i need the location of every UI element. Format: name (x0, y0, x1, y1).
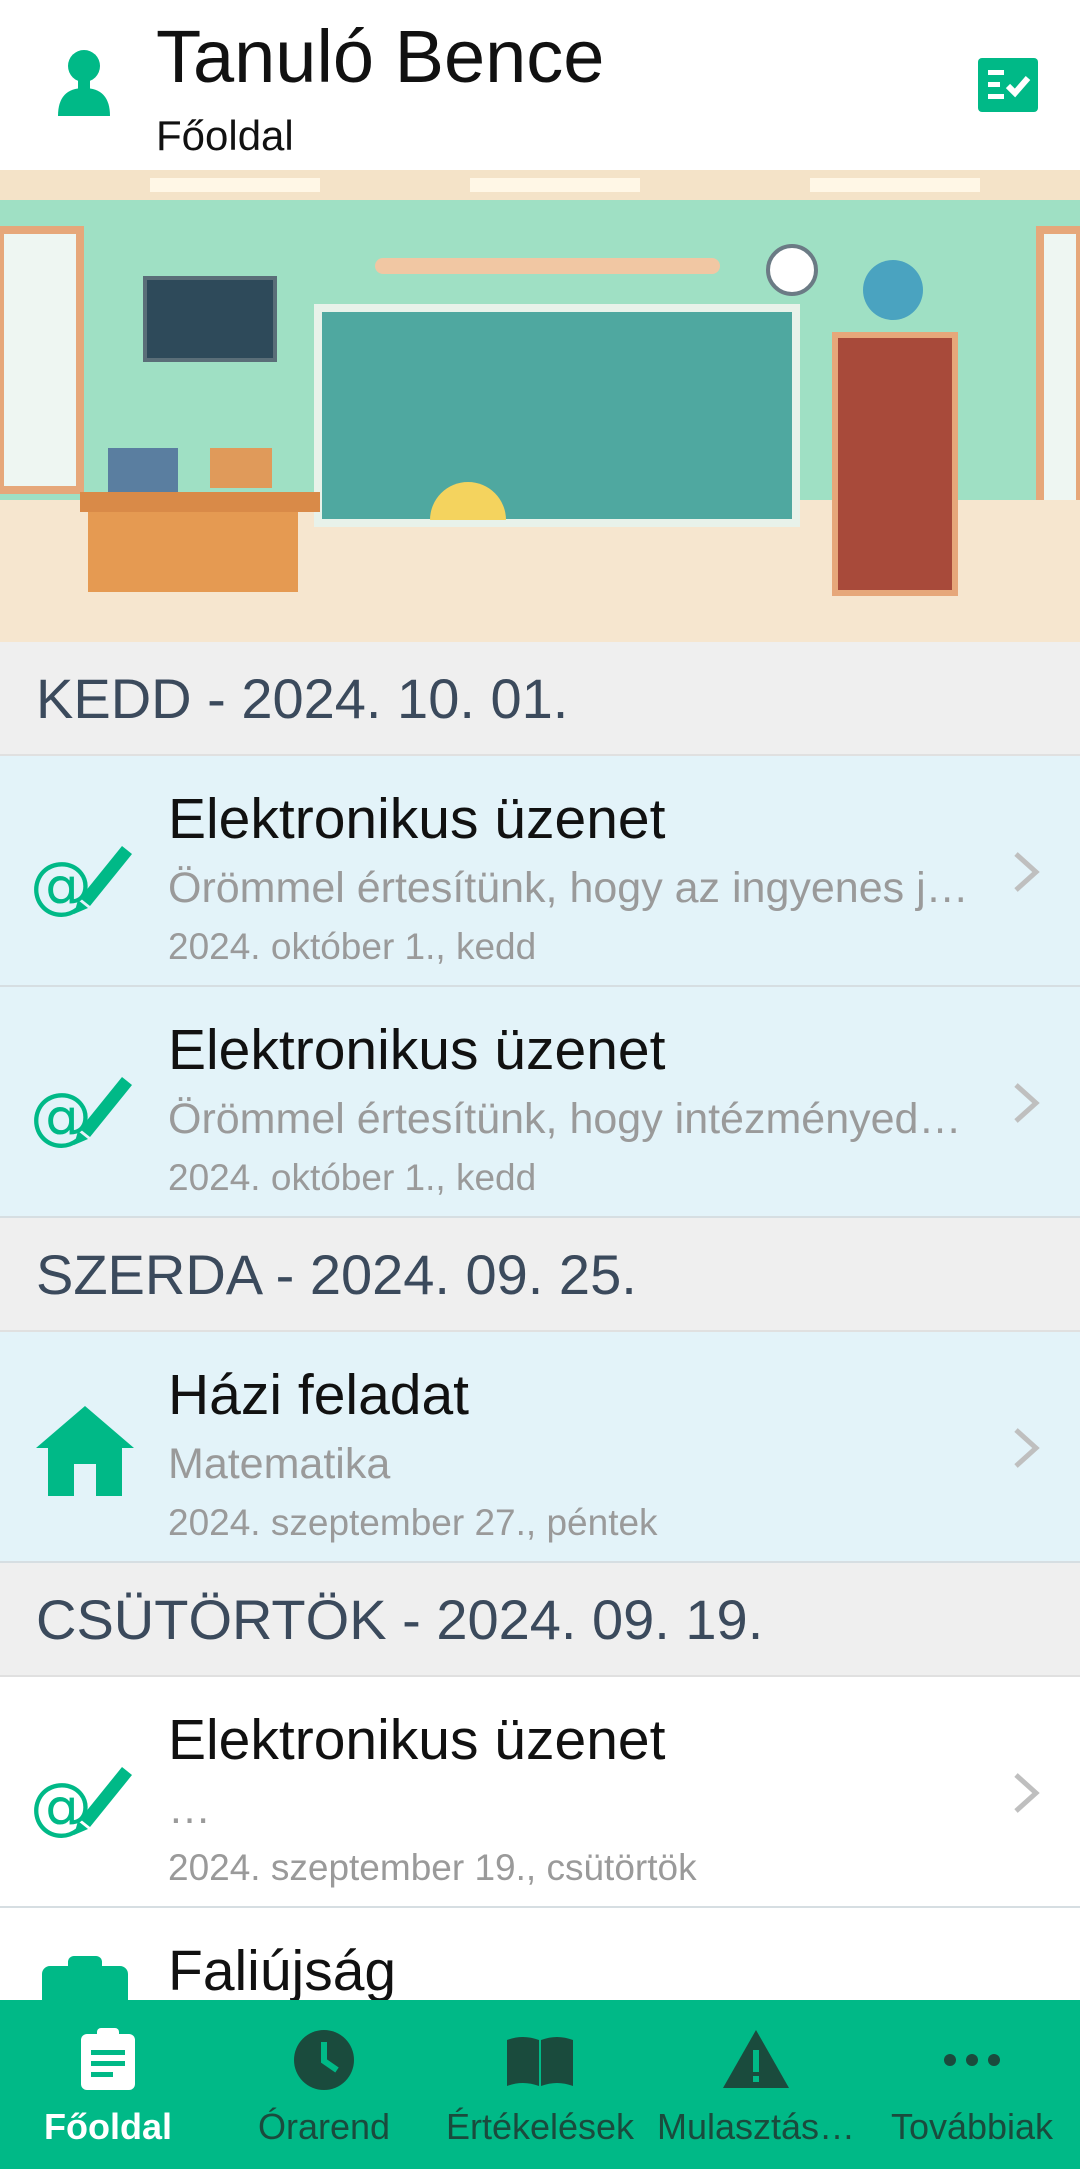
nav-tab-absences[interactable]: Mulasztás… (648, 2000, 864, 2169)
at-pencil-icon: @ (30, 846, 132, 921)
date-section-header: CSÜTÖRTÖK - 2024. 09. 19. (0, 1563, 1080, 1677)
list-item-homework[interactable]: Házi feladat Matematika 2024. szeptember… (0, 1332, 1080, 1563)
nav-label: Órarend (257, 2106, 391, 2147)
date-section-header: KEDD - 2024. 10. 01. (0, 642, 1080, 756)
at-pencil-icon: @ (30, 1077, 132, 1152)
item-date: 2024. szeptember 27., péntek (168, 1502, 658, 1543)
item-subtitle: Matematika (168, 1440, 391, 1488)
at-pencil-icon: @ (30, 1767, 132, 1842)
item-date: 2024. szeptember 19., csütörtök (168, 1847, 697, 1888)
nav-label: Főoldal (44, 2106, 172, 2147)
nav-tab-grades[interactable]: Értékelések (432, 2000, 648, 2169)
more-icon (944, 2054, 1000, 2066)
nav-label: Mulasztás… (656, 2106, 856, 2147)
page-title: Tanuló Bence (156, 15, 605, 98)
item-title: Elektronikus üzenet (168, 787, 666, 851)
book-icon (507, 2037, 573, 2086)
list-item-message[interactable]: @ Elektronikus üzenet … 2024. szeptember… (0, 1677, 1080, 1908)
nav-tab-more[interactable]: Továbbiak (864, 2000, 1080, 2169)
item-subtitle: … (168, 1785, 211, 1833)
user-avatar-icon[interactable] (44, 46, 124, 126)
list-item-message[interactable]: @ Elektronikus üzenet Örömmel értesítünk… (0, 756, 1080, 987)
clipboard-icon (81, 2028, 135, 2090)
item-date: 2024. október 1., kedd (168, 1157, 537, 1198)
bottom-navigation: Főoldal Órarend Értékelések Mulasztás… T… (0, 2000, 1080, 2169)
feed-list: KEDD - 2024. 10. 01. @ Elektronikus üzen… (0, 642, 1080, 2139)
home-icon (36, 1406, 134, 1496)
chevron-right-icon (1014, 1428, 1040, 1468)
item-date: 2024. október 1., kedd (168, 926, 537, 967)
date-section-header: SZERDA - 2024. 09. 25. (0, 1218, 1080, 1332)
checklist-icon[interactable] (978, 58, 1038, 112)
nav-tab-timetable[interactable]: Órarend (216, 2000, 432, 2169)
list-item-message[interactable]: @ Elektronikus üzenet Örömmel értesítünk… (0, 987, 1080, 1218)
item-title: Elektronikus üzenet (168, 1708, 666, 1772)
item-subtitle: Örömmel értesítünk, hogy az ingyenes j… (168, 864, 969, 912)
app-header: Tanuló Bence Főoldal (0, 0, 1080, 170)
classroom-banner-image (0, 170, 1080, 642)
item-title: Házi feladat (168, 1363, 470, 1427)
nav-label: Értékelések (445, 2106, 635, 2147)
item-title: Elektronikus üzenet (168, 1018, 666, 1082)
nav-label: Továbbiak (890, 2106, 1054, 2147)
item-title: Faliújság (168, 1939, 397, 2003)
nav-tab-home[interactable]: Főoldal (0, 2000, 216, 2169)
warning-icon (723, 2030, 789, 2088)
page-subtitle: Főoldal (156, 112, 294, 159)
chevron-right-icon (1014, 1773, 1040, 1813)
clock-icon (294, 2030, 354, 2090)
item-subtitle: Örömmel értesítünk, hogy intézményed… (168, 1095, 962, 1143)
chevron-right-icon (1014, 1083, 1040, 1123)
chevron-right-icon (1014, 852, 1040, 892)
